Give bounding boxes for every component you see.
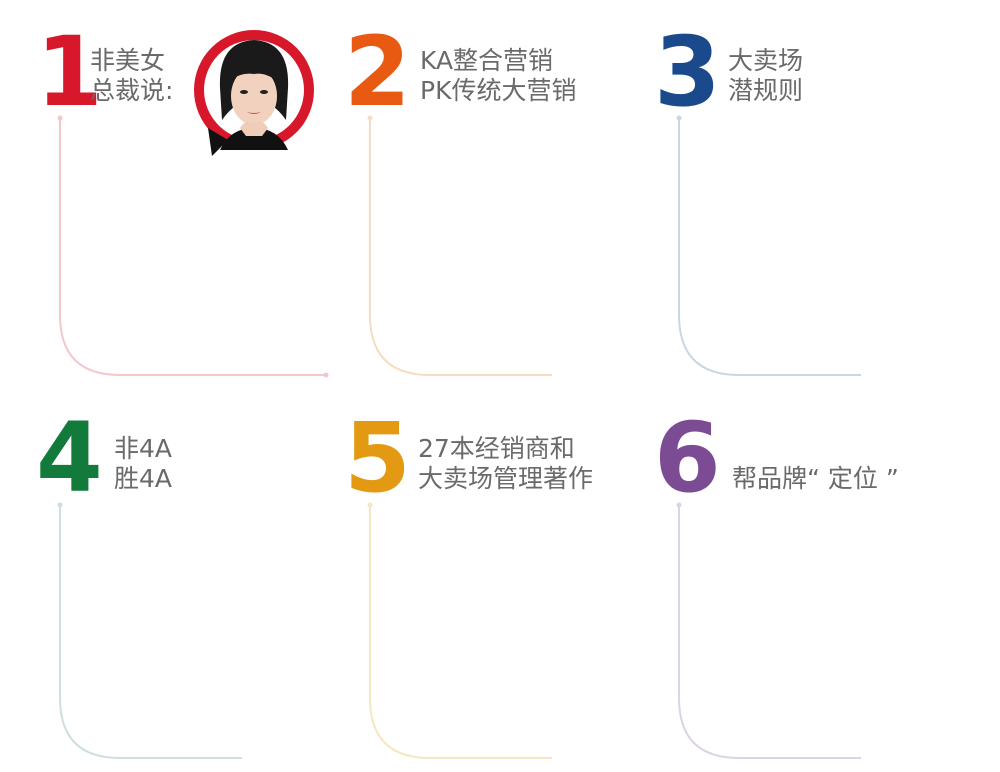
connector-line <box>676 502 861 759</box>
section-number: 6 <box>654 402 721 514</box>
connector-line <box>367 115 552 376</box>
caption-line: PK传统大营销 <box>420 76 577 105</box>
caption-line: 非4A <box>114 434 173 463</box>
connector-line <box>367 502 552 759</box>
section-caption: 非美女 总裁说: <box>90 46 173 106</box>
caption-line: KA整合营销 <box>420 46 554 75</box>
caption-line: 非美女 <box>90 46 166 75</box>
connector-line <box>57 115 329 378</box>
section-number: 4 <box>36 402 103 514</box>
caption-line: 胜4A <box>114 464 173 493</box>
caption-line: 总裁说: <box>90 76 174 105</box>
section-caption: KA整合营销 PK传统大营销 <box>420 46 576 106</box>
section-number: 5 <box>344 402 411 514</box>
section-caption: 非4A 胜4A <box>114 434 172 494</box>
section-caption: 27本经销商和 大卖场管理著作 <box>418 434 593 494</box>
connector-line <box>676 115 861 376</box>
caption-line: 潜规则 <box>728 76 804 105</box>
caption-line: 帮品牌“ 定位 ” <box>732 464 899 493</box>
caption-line: 大卖场管理著作 <box>418 464 594 493</box>
section-number: 3 <box>654 16 721 128</box>
caption-line: 27本经销商和 <box>418 434 575 463</box>
section-caption: 帮品牌“ 定位 ” <box>732 464 899 494</box>
caption-line: 大卖场 <box>728 46 804 75</box>
connector-line <box>57 502 242 759</box>
section-number: 2 <box>344 16 411 128</box>
section-caption: 大卖场 潜规则 <box>728 46 803 106</box>
